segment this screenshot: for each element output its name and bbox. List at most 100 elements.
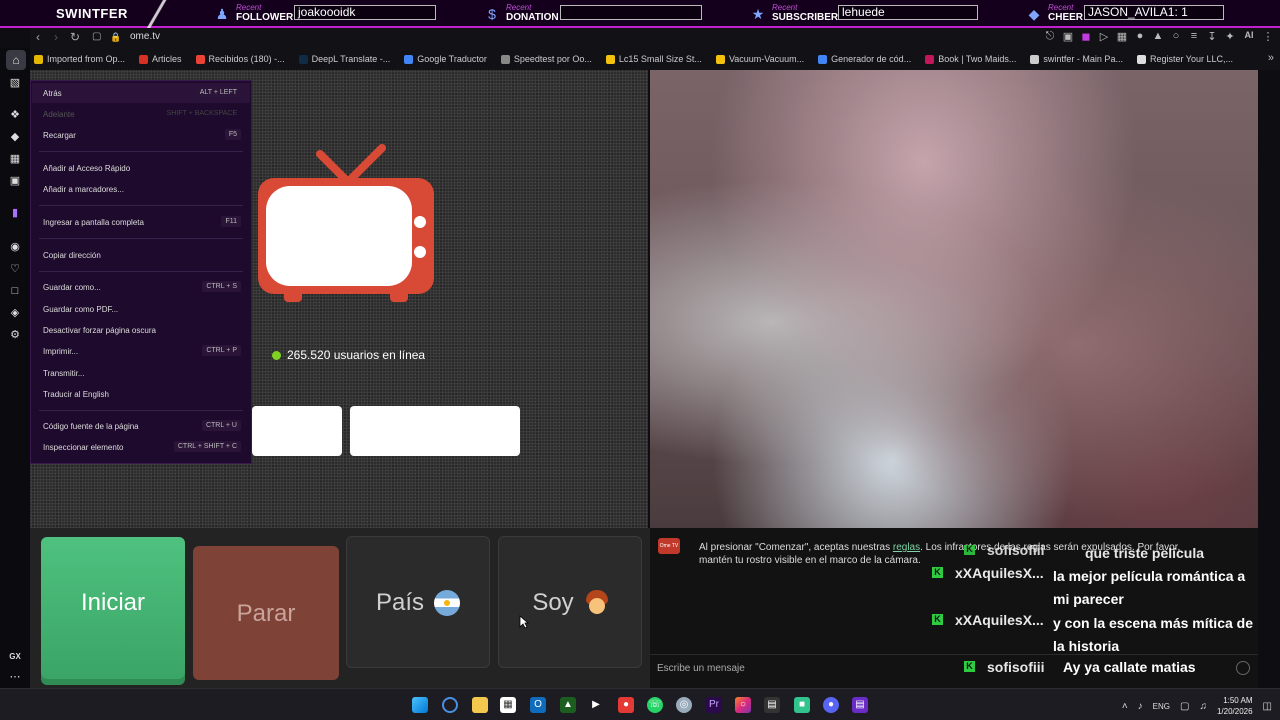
extension-icon[interactable]: ● [1134, 30, 1146, 43]
bookmark-item[interactable]: DeepL Translate -... [298, 54, 390, 64]
pin-icon[interactable]: ✦ [1224, 30, 1236, 43]
bookmark-item[interactable]: Book | Two Maids... [925, 54, 1016, 64]
home-icon[interactable]: ⌂ [6, 50, 26, 70]
menu-item-add-speed-dial[interactable]: Añadir al Acceso Rápido [43, 164, 130, 173]
menu-item-cast[interactable]: Transmitir... [43, 369, 84, 378]
menu-item-add-bookmark[interactable]: Añadir a marcadores... [43, 185, 124, 194]
page-edge [1258, 70, 1280, 688]
language-indicator[interactable]: ENG [1153, 702, 1170, 711]
overlay-brand: SWINTFER [56, 6, 128, 21]
controller-icon[interactable]: ▧ [8, 76, 22, 90]
menu-item-print[interactable]: Imprimir... [43, 347, 78, 356]
menu-item-save-as[interactable]: Guardar como... [43, 283, 101, 292]
bookmark-item[interactable]: Google Traductor [404, 54, 487, 64]
bookmark-icon[interactable]: ⎋ [1044, 30, 1056, 43]
more-options-icon[interactable]: ⋯ [8, 670, 22, 684]
gx-label[interactable]: GX [8, 650, 22, 664]
cube-icon[interactable]: ▣ [8, 174, 22, 188]
menu-item-inspect[interactable]: Inspeccionar elemento [43, 443, 124, 452]
menu-item-save-pdf[interactable]: Guardar como PDF... [43, 305, 118, 314]
address-bar[interactable]: ome.tv [130, 31, 160, 42]
login-button[interactable] [252, 406, 342, 456]
more-icon[interactable]: ⋮ [1262, 30, 1274, 43]
discord-icon[interactable]: ● [823, 697, 839, 713]
menu-item-forward[interactable]: Adelante [43, 110, 75, 119]
menu-item-fullscreen[interactable]: Ingresar a pantalla completa [43, 218, 144, 227]
microphone-icon[interactable]: ♪ [1138, 701, 1143, 712]
clapper-icon[interactable]: ▤ [852, 697, 868, 713]
reload-icon[interactable]: ↻ [70, 30, 80, 44]
menu-item-copy-address[interactable]: Copiar dirección [43, 251, 101, 260]
globe-icon[interactable]: ◎ [676, 697, 692, 713]
heart-icon[interactable]: ♡ [8, 262, 22, 276]
bookmark-item[interactable]: Vacuum-Vacuum... [715, 54, 804, 64]
bookmark-item[interactable]: Speedtest por Oo... [500, 54, 592, 64]
opera-gx-icon[interactable]: ● [618, 697, 634, 713]
store-icon[interactable]: ▦ [500, 697, 516, 713]
streamlabs-icon[interactable]: ▤ [764, 697, 780, 713]
bookmark-item[interactable]: Imported from Op... [34, 54, 125, 64]
whatsapp-icon[interactable]: ☏ [647, 697, 663, 713]
bookmark-item[interactable]: Register Your LLC,... [1136, 54, 1233, 64]
ai-button[interactable]: AI [1242, 30, 1256, 43]
capcut-icon[interactable]: ▶ [588, 697, 604, 713]
chat-app-icon[interactable]: ■ [794, 697, 810, 713]
cube-3d-icon[interactable]: ◈ [8, 306, 22, 320]
app-icon[interactable]: ▲ [560, 697, 576, 713]
menu-icon[interactable]: ≡ [1188, 30, 1200, 43]
player-icon[interactable]: ◉ [8, 240, 22, 254]
twitch-icon[interactable]: ▮ [8, 206, 22, 220]
overlay-cheer: ◆ Recent CHEER JASON_AVILA1: 1 [1026, 2, 1228, 26]
bookmarks-overflow-icon[interactable]: » [1268, 52, 1274, 64]
menu-item-reload[interactable]: Recargar [43, 131, 76, 140]
back-icon[interactable]: ‹ [36, 30, 40, 44]
lock-icon[interactable]: 🔒 [110, 32, 121, 43]
forward-icon[interactable]: › [54, 30, 58, 44]
start-button[interactable]: Iniciar [41, 537, 185, 679]
bookmark-item[interactable]: Articles [139, 54, 182, 64]
menu-item-force-dark[interactable]: Desactivar forzar página oscura [43, 326, 156, 335]
outlook-icon[interactable]: O [530, 697, 546, 713]
rules-link[interactable]: reglas [893, 542, 920, 553]
bookmark-item[interactable]: Lc15 Small Size St... [605, 54, 702, 64]
country-button[interactable]: País [346, 536, 490, 668]
flow-icon[interactable]: ▦ [8, 152, 22, 166]
ai-icon[interactable]: ❖ [8, 108, 22, 122]
display-icon[interactable]: ▢ [1180, 701, 1189, 712]
signup-button[interactable] [350, 406, 520, 456]
note-icon[interactable]: □ [8, 284, 22, 298]
download-icon[interactable]: ↧ [1206, 30, 1218, 43]
stop-button[interactable]: Parar [193, 546, 339, 680]
search-icon[interactable] [442, 697, 458, 713]
tray-expand-icon[interactable]: ˄ [1122, 701, 1128, 712]
chat-user: xXAquilesX... [955, 612, 1044, 628]
play-icon[interactable]: ▷ [1098, 30, 1110, 43]
tabs-icon[interactable]: ▢ [92, 31, 101, 42]
profile-icon[interactable]: ○ [1170, 30, 1182, 43]
premiere-icon[interactable]: Pr [706, 697, 722, 713]
windows-start-icon[interactable] [412, 697, 428, 713]
speaker-icon[interactable]: ♫ [1199, 701, 1207, 712]
file-explorer-icon[interactable] [472, 697, 488, 713]
grid-icon[interactable]: ▦ [1116, 30, 1128, 43]
snapshot-icon[interactable]: ▣ [1062, 30, 1074, 43]
puzzle-icon[interactable]: ▲ [1152, 30, 1164, 43]
gmail-icon [195, 54, 205, 64]
diamond-icon[interactable]: ◆ [8, 130, 22, 144]
notification-icon[interactable]: ◫ [1263, 701, 1272, 712]
settings-icon[interactable]: ⚙ [8, 328, 22, 342]
clock[interactable]: 1:50 AM 1/20/2026 [1217, 695, 1253, 717]
register-icon [1136, 54, 1146, 64]
gender-button-label: Soy [532, 589, 574, 616]
menu-item-back[interactable]: Atrás [43, 89, 62, 98]
chat-message-partial: K sofisofiii que triste película [964, 545, 1280, 565]
overlay-cheer-label: CHEER [1048, 12, 1084, 23]
vpn-icon[interactable]: ◼ [1080, 30, 1092, 43]
menu-item-view-source[interactable]: Código fuente de la página [43, 422, 139, 431]
bookmark-item[interactable]: Recibidos (180) -... [195, 54, 285, 64]
bookmark-item[interactable]: Generador de cód... [818, 54, 911, 64]
bookmark-item[interactable]: swintfer - Main Pa... [1030, 54, 1123, 64]
menu-item-translate[interactable]: Traducir al English [43, 390, 109, 399]
gender-button[interactable]: Soy [498, 536, 642, 668]
instagram-icon[interactable]: ○ [735, 697, 751, 713]
